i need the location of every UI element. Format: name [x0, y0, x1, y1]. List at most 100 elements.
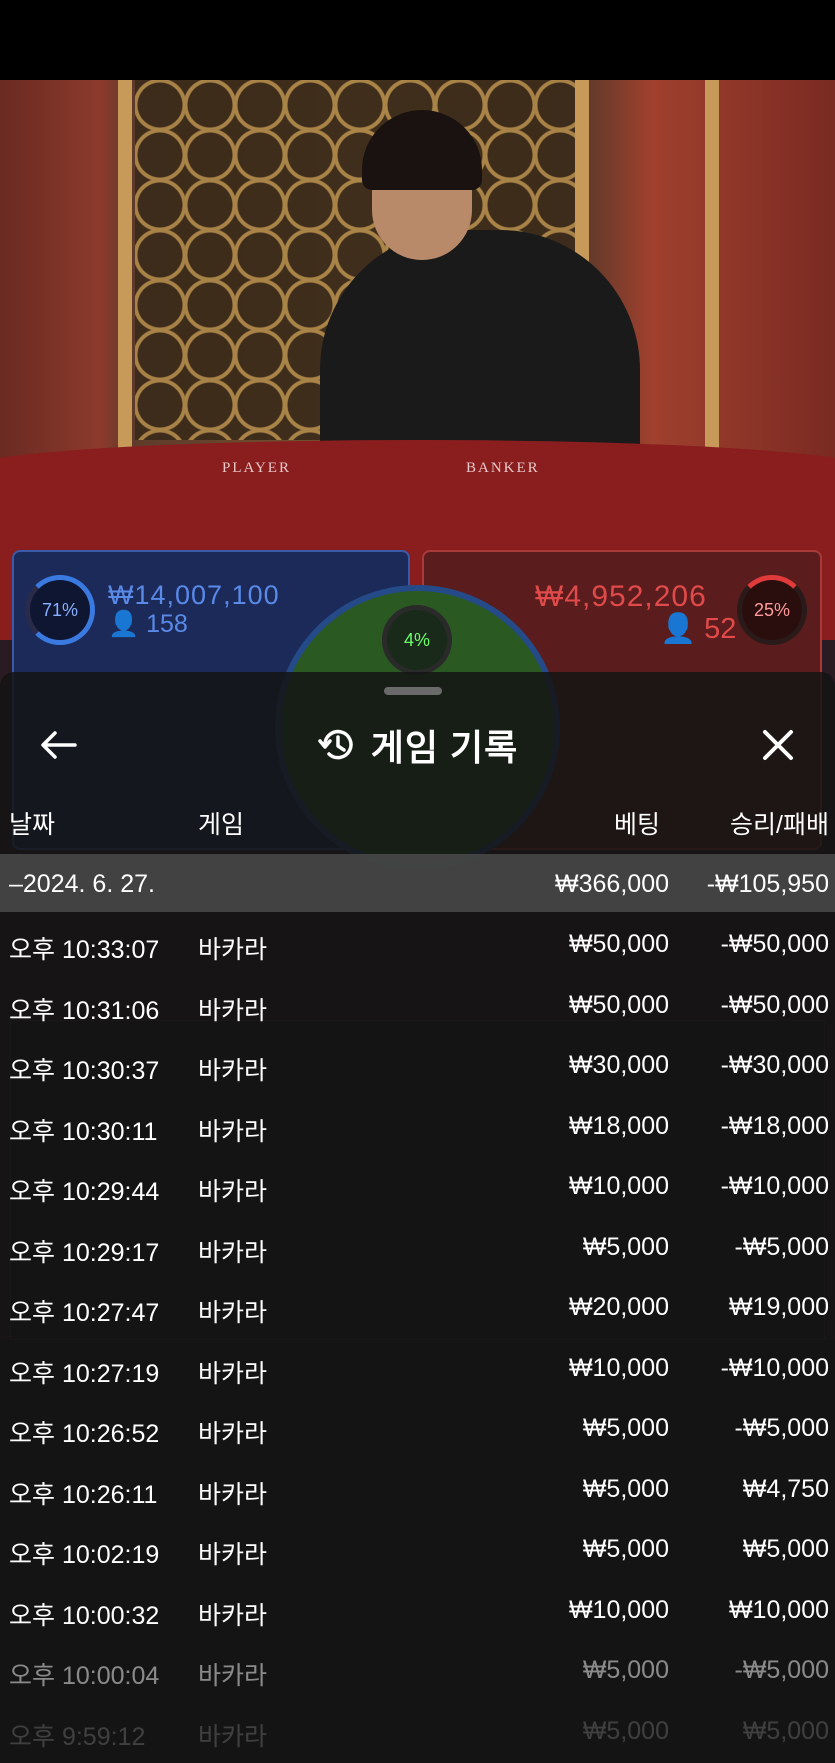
close-icon: [763, 730, 793, 760]
history-row[interactable]: 오후 10:00:32 바카라 ₩10,000 ₩10,000: [0, 1578, 835, 1639]
row-result: ₩10,000: [728, 1595, 829, 1624]
row-result: ₩5,000: [742, 1535, 829, 1563]
history-row[interactable]: 오후 10:29:17 바카라 ₩5,000 -₩5,000: [0, 1215, 835, 1276]
row-result: -₩18,000: [720, 1111, 829, 1140]
row-time: 오후 10:33:07: [9, 936, 160, 964]
row-bet: ₩5,000: [582, 1232, 669, 1261]
column-header-date: 날짜: [9, 811, 56, 839]
row-game: 바카라: [198, 1541, 268, 1569]
row-time: 오후 10:26:52: [9, 1420, 160, 1448]
row-game: 바카라: [198, 1722, 268, 1751]
row-time: 오후 10:27:47: [9, 1299, 160, 1327]
row-time: 오후 10:00:32: [9, 1601, 160, 1630]
row-game: 바카라: [198, 1359, 268, 1388]
row-result: -₩50,000: [720, 990, 829, 1019]
date-group-date: –2024. 6. 27.: [9, 870, 155, 898]
row-bet: ₩30,000: [568, 1051, 669, 1079]
player-percent: 71%: [41, 599, 79, 620]
row-result: ₩19,000: [728, 1293, 829, 1321]
history-row[interactable]: 오후 10:30:37 바카라 ₩30,000 -₩30,000: [0, 1033, 835, 1094]
row-bet: ₩10,000: [568, 1172, 669, 1200]
row-time: 오후 10:30:11: [9, 1117, 158, 1146]
history-row[interactable]: 오후 10:27:47 바카라 ₩20,000 ₩19,000: [0, 1275, 835, 1336]
row-game: 바카라: [198, 1480, 268, 1509]
history-row[interactable]: 오후 10:31:06 바카라 ₩50,000 -₩50,000: [0, 973, 835, 1034]
row-game: 바카라: [198, 1238, 268, 1267]
user-icon: 👤: [660, 613, 697, 645]
row-game: 바카라: [198, 1057, 268, 1085]
row-result: ₩4,750: [742, 1474, 829, 1503]
history-icon: [318, 729, 353, 760]
row-result: -₩30,000: [720, 1051, 829, 1079]
row-bet: ₩5,000: [582, 1716, 669, 1745]
banker-percent-ring: 25%: [737, 575, 807, 645]
row-game: 바카라: [198, 1420, 268, 1448]
history-row[interactable]: 오후 10:27:19 바카라 ₩10,000 -₩10,000: [0, 1336, 835, 1397]
row-time: 오후 10:29:44: [9, 1178, 160, 1206]
row-bet: ₩10,000: [568, 1353, 669, 1382]
table-label-player: PLAYER: [222, 460, 291, 476]
row-result: -₩5,000: [734, 1414, 829, 1442]
column-header-bet: 베팅: [613, 811, 660, 839]
row-game: 바카라: [198, 1299, 268, 1327]
sheet-title: 게임 기록: [370, 727, 519, 768]
player-count: 👤 158: [108, 610, 188, 639]
game-history-sheet: 게임 기록 날짜 게임 베팅 승리/패배 –2024. 6. 27. ₩366,…: [0, 672, 835, 1763]
banker-percent: 25%: [753, 599, 791, 620]
row-game: 바카라: [198, 1662, 268, 1690]
row-bet: ₩5,000: [582, 1414, 669, 1442]
sheet-grab-handle[interactable]: [384, 687, 442, 695]
banker-count-value: 52: [704, 613, 737, 645]
date-group-header[interactable]: –2024. 6. 27. ₩366,000 -₩105,950: [0, 854, 835, 912]
table-label-banker: BANKER: [466, 460, 540, 476]
sheet-header: 게임 기록: [0, 710, 835, 780]
row-bet: ₩50,000: [568, 990, 669, 1019]
history-list: 오후 10:33:07 바카라 ₩50,000 -₩50,000 오후 10:31:0…: [0, 912, 835, 1759]
date-group-result-total: -₩105,950: [706, 870, 829, 898]
row-result: -₩5,000: [734, 1232, 829, 1261]
row-result: -₩10,000: [720, 1353, 829, 1382]
row-bet: ₩20,000: [568, 1293, 669, 1321]
row-result: -₩5,000: [734, 1656, 829, 1684]
player-count-value: 158: [146, 610, 188, 638]
column-header-game: 게임: [198, 811, 245, 839]
gold-pillar: [705, 80, 719, 460]
tie-percent-ring: 4%: [382, 605, 452, 675]
close-button[interactable]: [750, 720, 806, 770]
history-row[interactable]: 오후 10:29:44 바카라 ₩10,000 -₩10,000: [0, 1154, 835, 1215]
sheet-title-group: 게임 기록: [0, 710, 835, 780]
banker-total-bet: ₩4,952,206: [535, 580, 707, 613]
row-time: 오후 10:00:04: [9, 1662, 160, 1690]
user-icon: 👤: [108, 610, 140, 638]
row-bet: ₩18,000: [568, 1111, 669, 1140]
history-row[interactable]: 오후 10:02:19 바카라 ₩5,000 ₩5,000: [0, 1517, 835, 1578]
row-bet: ₩10,000: [568, 1595, 669, 1624]
row-result: -₩10,000: [720, 1172, 829, 1200]
arrow-left-icon: [41, 731, 77, 759]
column-headers: 날짜 게임 베팅 승리/패배: [0, 800, 835, 840]
row-result: -₩50,000: [720, 930, 829, 958]
column-header-result: 승리/패배: [730, 811, 829, 839]
row-bet: ₩50,000: [568, 930, 669, 958]
row-game: 바카라: [198, 1178, 268, 1206]
history-row[interactable]: 오후 10:26:52 바카라 ₩5,000 -₩5,000: [0, 1396, 835, 1457]
history-row[interactable]: 오후 10:30:11 바카라 ₩18,000 -₩18,000: [0, 1094, 835, 1155]
history-row[interactable]: 오후 10:00:04 바카라 ₩5,000 -₩5,000: [0, 1638, 835, 1699]
row-time: 오후 10:29:17: [9, 1238, 160, 1267]
row-time: 오후 10:27:19: [9, 1359, 160, 1388]
status-bar: [0, 0, 835, 80]
date-group-bet-total: ₩366,000: [555, 870, 669, 898]
history-row[interactable]: 오후 9:59:12 바카라 ₩5,000 ₩5,000: [0, 1699, 835, 1760]
row-time: 오후 10:02:19: [9, 1541, 160, 1569]
row-game: 바카라: [198, 1601, 268, 1630]
tie-percent: 4%: [403, 629, 430, 650]
history-row[interactable]: 오후 10:33:07 바카라 ₩50,000 -₩50,000: [0, 912, 835, 973]
row-game: 바카라: [198, 936, 268, 964]
row-bet: ₩5,000: [582, 1474, 669, 1503]
history-row[interactable]: 오후 10:26:11 바카라 ₩5,000 ₩4,750: [0, 1457, 835, 1518]
row-bet: ₩5,000: [582, 1535, 669, 1563]
row-result: ₩5,000: [742, 1716, 829, 1745]
banker-count: 👤 52: [660, 612, 736, 646]
row-game: 바카라: [198, 1117, 268, 1146]
back-button[interactable]: [30, 720, 86, 770]
